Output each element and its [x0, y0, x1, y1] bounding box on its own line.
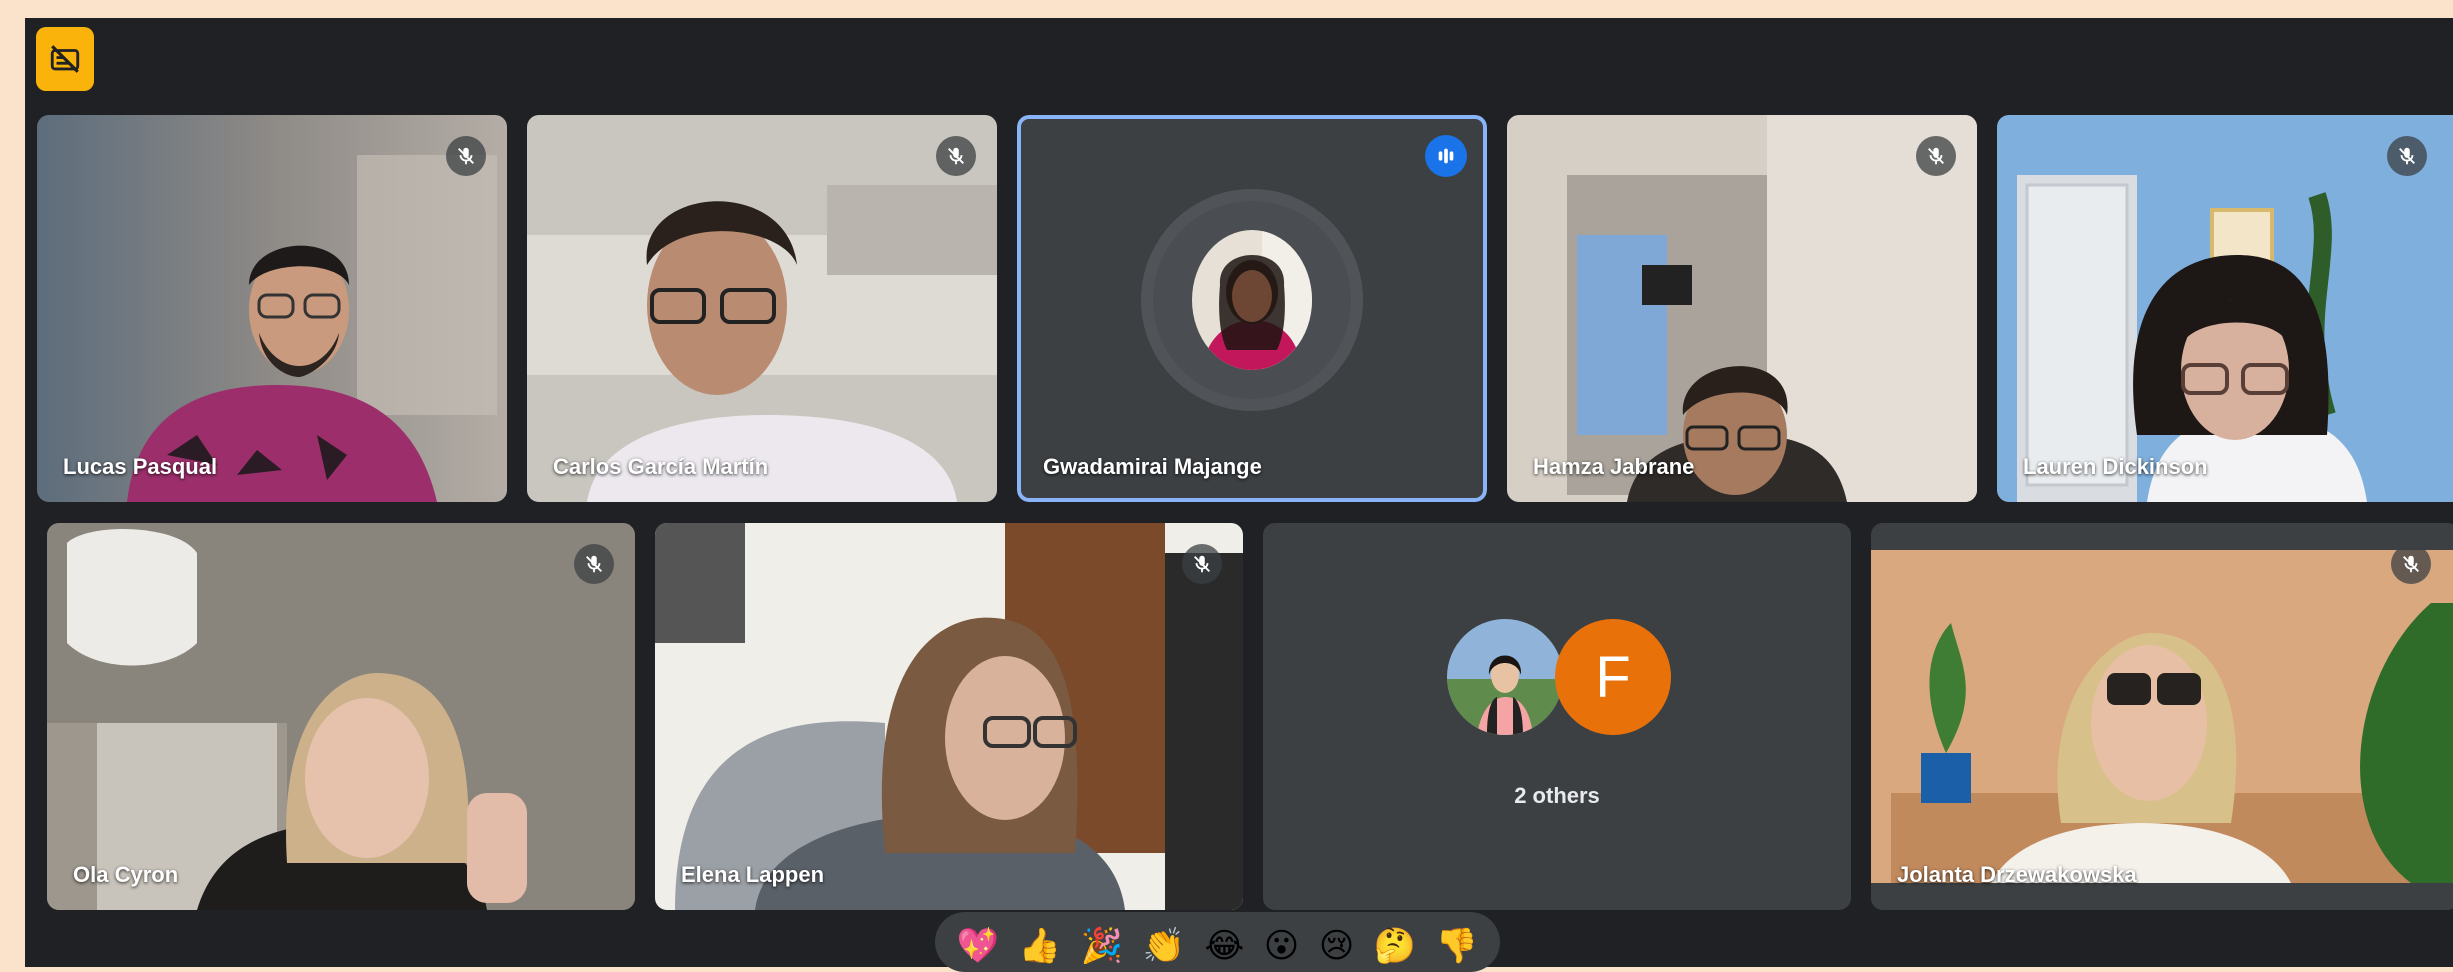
- mic-off-icon: [1194, 555, 1210, 573]
- captions-off-icon: [50, 45, 80, 73]
- others-tile[interactable]: F 2 others: [1263, 523, 1851, 910]
- reaction-laugh[interactable]: 😂: [1204, 926, 1244, 966]
- participant-name: Lauren Dickinson: [2023, 454, 2208, 479]
- reaction-thinking[interactable]: 🤔: [1374, 926, 1416, 966]
- participant-name: Ola Cyron: [73, 862, 179, 887]
- reaction-thumbs-down[interactable]: 👎: [1436, 926, 1478, 966]
- participant-name: Elena Lappen: [681, 862, 825, 887]
- audio-level-icon: [1438, 148, 1454, 164]
- participant-tile-gwadamirai-majange[interactable]: Gwadamirai Majange: [1017, 115, 1487, 502]
- mic-off-indicator: [1916, 136, 1956, 176]
- video-feed: [527, 115, 997, 502]
- participant-tile-hamza-jabrane[interactable]: Hamza Jabrane: [1507, 115, 1977, 502]
- mic-off-icon: [2403, 555, 2419, 573]
- participant-name: Gwadamirai Majange: [1043, 454, 1262, 479]
- participant-tile-ola-cyron[interactable]: Ola Cyron: [47, 523, 635, 910]
- mic-off-icon: [948, 147, 964, 165]
- mic-off-indicator: [574, 544, 614, 584]
- participant-name: Hamza Jabrane: [1533, 454, 1695, 479]
- mic-off-indicator: [446, 136, 486, 176]
- participant-name: Carlos García Martín: [553, 454, 769, 479]
- others-count-label: 2 others: [1514, 783, 1600, 808]
- avatar: [1447, 619, 1563, 735]
- participant-tile-lucas-pasqual[interactable]: Lucas Pasqual: [37, 115, 507, 502]
- participant-tile-elena-lappen[interactable]: Elena Lappen: [655, 523, 1243, 910]
- meeting-window: Lucas Pasqual Carlos García Martín Gwada…: [25, 18, 2453, 967]
- reaction-party[interactable]: 🎉: [1081, 926, 1123, 966]
- participant-tile-carlos-garcia-martin[interactable]: Carlos García Martín: [527, 115, 997, 502]
- participant-tile-lauren-dickinson[interactable]: Lauren Dickinson: [1997, 115, 2453, 502]
- reaction-surprised[interactable]: 😮: [1264, 926, 1299, 966]
- participant-tile-jolanta-drzewakowska[interactable]: Jolanta Drzewakowska: [1871, 523, 2453, 910]
- reaction-thumbs-up[interactable]: 👍: [1019, 926, 1061, 966]
- video-feed: [37, 115, 507, 502]
- reaction-heart[interactable]: 💖: [957, 926, 999, 966]
- avatar: [1192, 229, 1312, 370]
- participant-name: Jolanta Drzewakowska: [1897, 862, 2137, 887]
- video-feed: [47, 523, 635, 910]
- video-feed: [1507, 115, 1977, 502]
- avatar-halo: [1141, 188, 1363, 411]
- mic-off-indicator: [2391, 544, 2431, 584]
- mic-off-indicator: [936, 136, 976, 176]
- video-feed: [1997, 115, 2453, 502]
- speaking-indicator: [1425, 135, 1467, 177]
- mic-off-icon: [2399, 147, 2415, 165]
- mic-off-indicator: [2387, 136, 2427, 176]
- reaction-sad[interactable]: 😢: [1319, 926, 1354, 966]
- mic-off-icon: [1928, 147, 1944, 165]
- mic-off-icon: [458, 147, 474, 165]
- captions-off-badge[interactable]: [36, 27, 94, 91]
- mic-off-indicator: [1182, 544, 1222, 584]
- video-feed: [655, 523, 1243, 910]
- video-feed: [1871, 523, 2453, 910]
- reactions-bar: 💖 👍 🎉 👏 😂 😮 😢 🤔 👎: [935, 912, 1500, 972]
- mic-off-icon: [586, 555, 602, 573]
- reaction-clap[interactable]: 👏: [1143, 926, 1185, 966]
- letter-avatar: F: [1555, 619, 1671, 735]
- participant-name: Lucas Pasqual: [63, 454, 218, 479]
